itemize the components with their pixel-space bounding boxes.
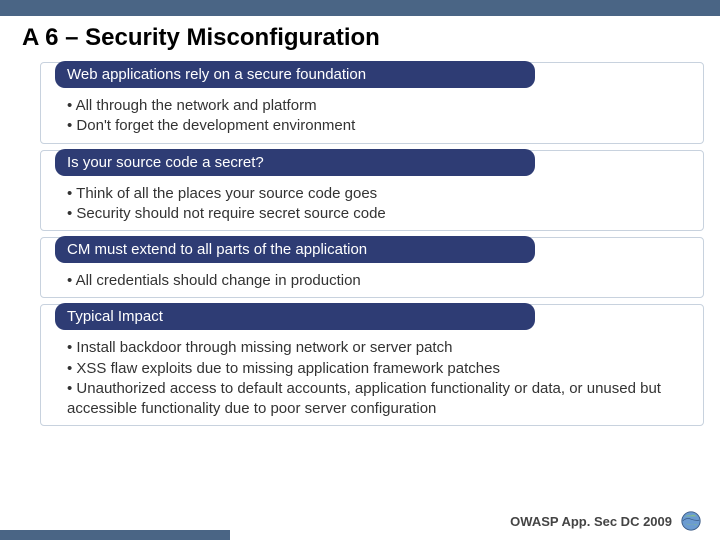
section-heading: Web applications rely on a secure founda… <box>55 61 535 88</box>
globe-icon <box>680 510 702 532</box>
section-card: Web applications rely on a secure founda… <box>40 62 704 144</box>
bullet-item: Security should not require secret sourc… <box>67 204 693 224</box>
bullet-item: Think of all the places your source code… <box>67 184 693 204</box>
section-heading: Is your source code a secret? <box>55 149 535 176</box>
section-card: Typical Impact Install backdoor through … <box>40 304 704 426</box>
top-accent-bar <box>0 0 720 16</box>
section-card: CM must extend to all parts of the appli… <box>40 237 704 298</box>
bullet-item: All credentials should change in product… <box>67 271 693 291</box>
footer: OWASP App. Sec DC 2009 <box>510 510 702 532</box>
section-bullets: Install backdoor through missing network… <box>41 336 703 419</box>
section-bullets: All through the network and platform Don… <box>41 94 703 137</box>
bullet-item: Don't forget the development environment <box>67 116 693 136</box>
bullet-item: Install backdoor through missing network… <box>67 338 693 358</box>
content-area: Web applications rely on a secure founda… <box>0 62 720 426</box>
bullet-item: All through the network and platform <box>67 96 693 116</box>
section-heading: Typical Impact <box>55 303 535 330</box>
section-heading: CM must extend to all parts of the appli… <box>55 236 535 263</box>
section-bullets: Think of all the places your source code… <box>41 182 703 225</box>
bullet-item: XSS flaw exploits due to missing applica… <box>67 359 693 379</box>
section-bullets: All credentials should change in product… <box>41 269 703 291</box>
page-title: A 6 – Security Misconfiguration <box>0 16 720 62</box>
section-card: Is your source code a secret? Think of a… <box>40 150 704 232</box>
bottom-accent-bar <box>0 530 230 540</box>
footer-text: OWASP App. Sec DC 2009 <box>510 514 672 529</box>
bullet-item: Unauthorized access to default accounts,… <box>67 379 693 420</box>
